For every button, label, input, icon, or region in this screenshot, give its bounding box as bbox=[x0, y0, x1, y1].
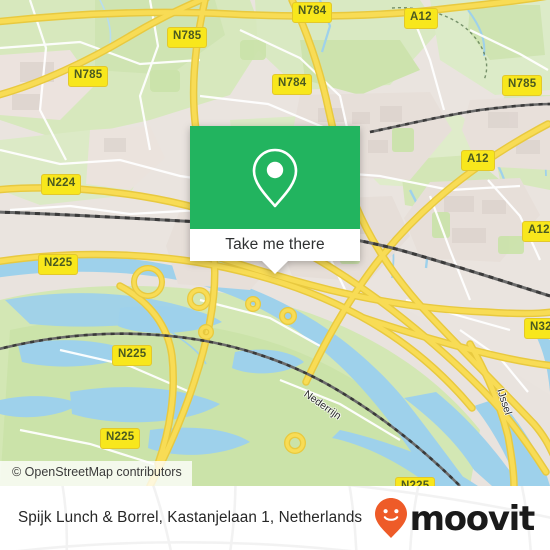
callout-icon-panel bbox=[190, 126, 360, 229]
road-shield-n225-bottom: N225 bbox=[395, 477, 436, 486]
take-me-there-callout[interactable]: Take me there bbox=[190, 126, 360, 274]
map-result-page: N784 A12 N785 N785 N784 N785 A12 N224 A1… bbox=[0, 0, 550, 550]
moovit-smiley-pin-icon bbox=[374, 498, 407, 538]
road-shield-n784-top: N784 bbox=[292, 2, 333, 23]
road-shield-n225-mid: N225 bbox=[112, 345, 153, 366]
moovit-logo[interactable]: moovit bbox=[373, 496, 536, 540]
road-shield-n225-upper: N225 bbox=[38, 254, 79, 275]
map-attribution[interactable]: © OpenStreetMap contributors bbox=[0, 461, 192, 486]
map-pin-icon bbox=[252, 148, 298, 207]
road-shield-a12-edge: A12 bbox=[522, 221, 550, 242]
callout-action-label: Take me there bbox=[225, 236, 325, 254]
road-shield-n784-mid: N784 bbox=[272, 74, 313, 95]
road-shield-n785-right: N785 bbox=[502, 75, 543, 96]
road-shield-a12-right: A12 bbox=[461, 150, 495, 171]
callout-pointer-tail bbox=[262, 261, 288, 274]
footer-content: Spijk Lunch & Borrel, Kastanjelaan 1, Ne… bbox=[0, 486, 550, 550]
callout-action-bar[interactable]: Take me there bbox=[190, 229, 360, 274]
moovit-wordmark: moovit bbox=[409, 499, 536, 539]
place-title: Spijk Lunch & Borrel, Kastanjelaan 1, Ne… bbox=[18, 509, 363, 526]
road-shield-n224: N224 bbox=[41, 174, 82, 195]
road-shield-n785-upper: N785 bbox=[167, 27, 208, 48]
road-shield-n225-lower: N225 bbox=[100, 428, 141, 449]
road-shield-n32: N32 bbox=[524, 318, 550, 339]
road-shield-n785-left: N785 bbox=[68, 66, 109, 87]
footer-bar: Spijk Lunch & Borrel, Kastanjelaan 1, Ne… bbox=[0, 486, 550, 550]
map-canvas[interactable]: N784 A12 N785 N785 N784 N785 A12 N224 A1… bbox=[0, 0, 550, 486]
road-shield-a12-top: A12 bbox=[404, 8, 438, 29]
